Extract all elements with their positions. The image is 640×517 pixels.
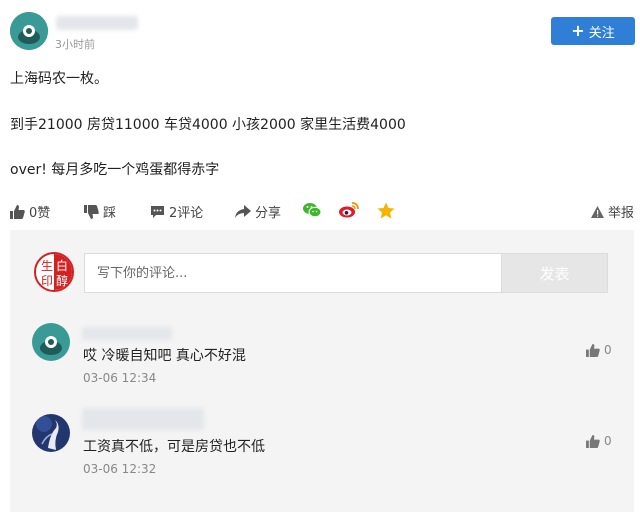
comment-item: 工资真不低，可是房贷也不低 03-06 12:32 0 [10,408,634,484]
comment-like[interactable]: 0 [586,343,612,357]
star-icon [377,202,395,219]
user-seal-avatar: 生 白 印 醇 [34,252,74,292]
commenter-name-blurred[interactable] [82,408,204,430]
dislike-label: 踩 [103,206,117,221]
like-count: 0赞 [29,206,51,221]
follow-label: 关注 [588,25,615,41]
dislike-action[interactable]: 踩 [84,202,116,221]
comment-count: 2评论 [169,206,204,221]
seal-char-0: 白 [56,258,68,273]
commenter-name-blurred[interactable] [82,327,172,340]
comment-icon [151,205,164,218]
comment-like[interactable]: 0 [586,434,612,448]
commenter-avatar[interactable] [32,323,70,361]
post-line-3: over! 每月多吃一个鸡蛋都得赤字 [10,162,220,178]
share-icon [235,204,251,218]
comment-like-count: 0 [604,343,612,357]
thumbs-up-icon [10,204,25,219]
comment-text: 工资真不低，可是房贷也不低 [83,439,265,455]
thumbs-up-icon [586,343,600,357]
comment-panel: 生 白 印 醇 发表 哎 冷暖自知吧 真心不好混 03-06 12:34 0 [10,230,634,512]
post-line-2: 到手21000 房贷11000 车贷4000 小孩2000 家里生活费4000 [10,117,406,133]
comment-like-count: 0 [604,434,612,448]
thumbs-up-icon [586,434,600,448]
comment-time: 03-06 12:34 [83,371,157,385]
post-time: 3小时前 [55,38,95,51]
comment-input[interactable] [84,253,502,293]
thumbs-down-icon [84,204,99,219]
submit-comment-button[interactable]: 发表 [501,253,608,293]
share-action[interactable]: 分享 [235,202,281,221]
warning-icon [591,205,604,218]
commenter-avatar[interactable] [32,414,70,452]
favorite-action[interactable] [377,202,395,219]
action-bar: 0赞 踩 2评论 分享 举报 [0,200,640,224]
comment-text: 哎 冷暖自知吧 真心不好混 [83,348,246,364]
author-avatar[interactable] [10,12,48,50]
wechat-icon [303,203,321,218]
wechat-share[interactable] [303,202,321,218]
comment-item: 哎 冷暖自知吧 真心不好混 03-06 12:34 0 [10,323,634,393]
seal-char-1: 生 [41,259,53,273]
seal-char-3: 醇 [56,273,68,288]
report-label: 举报 [608,206,635,221]
seal-logo: 生 白 印 醇 [41,254,72,290]
weibo-share[interactable] [339,202,359,218]
author-name-blurred[interactable] [56,16,138,30]
follow-button[interactable]: + 关注 [551,17,635,45]
seal-char-2: 印 [41,274,53,288]
share-label: 分享 [255,206,282,221]
comment-time: 03-06 12:32 [83,462,157,476]
weibo-icon [339,202,359,218]
like-action[interactable]: 0赞 [10,202,50,221]
plus-icon: + [571,21,585,40]
comment-action[interactable]: 2评论 [150,202,203,221]
post-line-1: 上海码农一枚。 [10,71,108,87]
report-action[interactable]: 举报 [591,202,634,221]
